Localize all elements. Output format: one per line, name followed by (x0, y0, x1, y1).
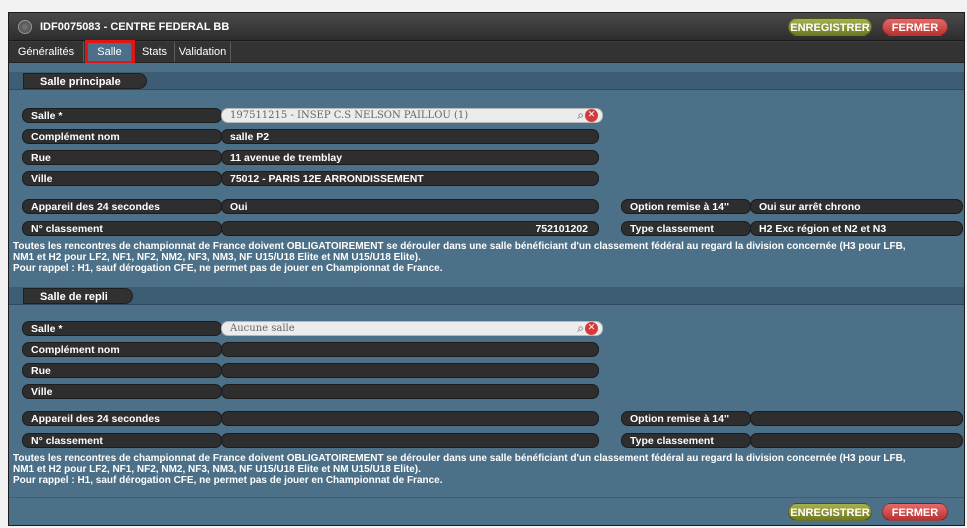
type-classement-label: Type classement (621, 221, 751, 236)
info-line: Toutes les rencontres de championnat de … (13, 453, 906, 464)
repli-salle-placeholder: Aucune salle (230, 323, 295, 334)
info-line: Pour rappel : H1, sauf dérogation CFE, n… (13, 475, 443, 486)
title-bar: IDF0075083 - CENTRE FEDERAL BB ENREGISTR… (9, 13, 964, 41)
info-line: NM1 et H2 pour LF2, NF1, NF2, NM2, NF3, … (13, 464, 421, 475)
complement-label: Complément nom (22, 129, 222, 144)
section-title: Salle de repli (23, 288, 133, 304)
appareil-label: Appareil des 24 secondes (22, 199, 222, 214)
repli-salle-search-input[interactable]: Aucune salle ⌕ (221, 321, 603, 336)
clear-icon[interactable]: ✕ (585, 322, 598, 335)
main-content: Salle principale Salle * 197511215 - INS… (9, 63, 964, 497)
tab-generalites[interactable]: Généralités (9, 42, 84, 62)
tab-highlight-box (85, 40, 135, 64)
option-label: Option remise à 14'' (621, 199, 751, 214)
section-header-principale: Salle principale (9, 72, 964, 90)
close-button-bottom[interactable]: FERMER (882, 503, 948, 521)
repli-complement-field[interactable] (221, 342, 599, 357)
info-text-repli: Toutes les rencontres de championnat de … (13, 453, 961, 486)
info-line: NM1 et H2 pour LF2, NF1, NF2, NM2, NF3, … (13, 252, 421, 263)
ville-field[interactable]: 75012 - PARIS 12E ARRONDISSEMENT (221, 171, 599, 186)
search-icon[interactable]: ⌕ (577, 109, 584, 122)
classement-field[interactable]: 752101202 (221, 221, 599, 236)
option-field[interactable]: Oui sur arrêt chrono (750, 199, 963, 214)
tab-bar: Généralités Salle Stats Validation (9, 42, 964, 63)
repli-appareil-field[interactable] (221, 411, 599, 426)
clear-icon[interactable]: ✕ (585, 109, 598, 122)
section-header-repli: Salle de repli (9, 287, 964, 305)
repli-option-label: Option remise à 14'' (621, 411, 751, 426)
repli-type-classement-field[interactable] (750, 433, 963, 448)
salle-search-input[interactable]: 197511215 - INSEP C.S NELSON PAILLOU (1)… (221, 108, 603, 123)
search-icon[interactable]: ⌕ (577, 322, 584, 335)
appareil-field[interactable]: Oui (221, 199, 599, 214)
rue-label: Rue (22, 150, 222, 165)
logo-icon (18, 20, 32, 34)
close-button-top[interactable]: FERMER (882, 18, 948, 36)
salle-search-value: 197511215 - INSEP C.S NELSON PAILLOU (1) (230, 110, 469, 121)
info-line: Toutes les rencontres de championnat de … (13, 241, 906, 252)
classement-label: N° classement (22, 221, 222, 236)
ville-label: Ville (22, 171, 222, 186)
repli-ville-label: Ville (22, 384, 222, 399)
rue-field[interactable]: 11 avenue de tremblay (221, 150, 599, 165)
footer-bar: ENREGISTRER FERMER (9, 497, 964, 525)
repli-ville-field[interactable] (221, 384, 599, 399)
repli-complement-label: Complément nom (22, 342, 222, 357)
repli-classement-field[interactable] (221, 433, 599, 448)
complement-field[interactable]: salle P2 (221, 129, 599, 144)
window-title: IDF0075083 - CENTRE FEDERAL BB (40, 21, 230, 33)
repli-appareil-label: Appareil des 24 secondes (22, 411, 222, 426)
repli-rue-field[interactable] (221, 363, 599, 378)
save-button-top[interactable]: ENREGISTRER (788, 18, 872, 36)
repli-option-field[interactable] (750, 411, 963, 426)
info-text-principale: Toutes les rencontres de championnat de … (13, 241, 961, 274)
save-button-bottom[interactable]: ENREGISTRER (788, 503, 872, 521)
tab-stats[interactable]: Stats (135, 42, 175, 62)
repli-rue-label: Rue (22, 363, 222, 378)
salle-label: Salle * (22, 108, 222, 123)
info-line: Pour rappel : H1, sauf dérogation CFE, n… (13, 263, 443, 274)
dialog-window: IDF0075083 - CENTRE FEDERAL BB ENREGISTR… (8, 12, 965, 526)
section-title: Salle principale (23, 73, 147, 89)
repli-salle-label: Salle * (22, 321, 222, 336)
repli-type-classement-label: Type classement (621, 433, 751, 448)
repli-classement-label: N° classement (22, 433, 222, 448)
type-classement-field[interactable]: H2 Exc région et N2 et N3 (750, 221, 963, 236)
tab-validation[interactable]: Validation (175, 42, 231, 62)
